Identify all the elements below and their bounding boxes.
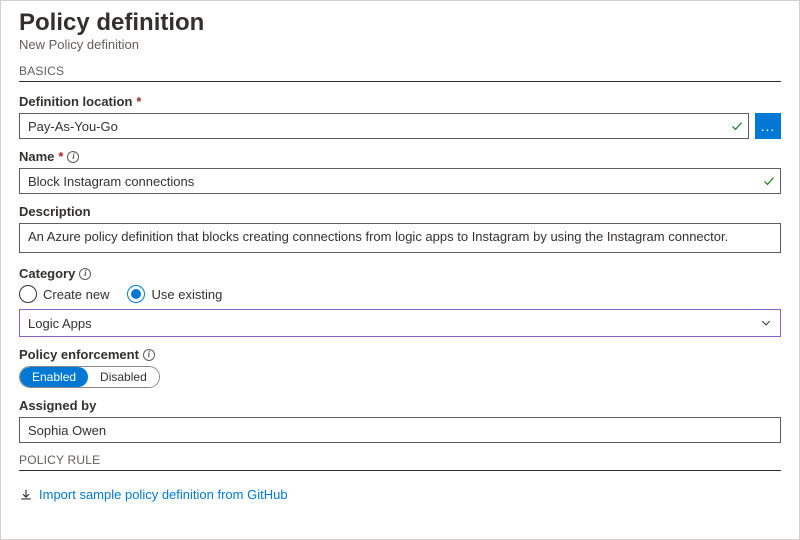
name-input[interactable] [19, 168, 781, 194]
field-policy-enforcement: Policy enforcement i Enabled Disabled [19, 347, 781, 388]
label-assigned-by: Assigned by [19, 398, 96, 413]
label-description: Description [19, 204, 91, 219]
enforcement-toggle[interactable]: Enabled Disabled [19, 366, 160, 388]
check-icon [763, 175, 775, 187]
enforcement-disabled[interactable]: Disabled [88, 367, 159, 387]
enforcement-enabled[interactable]: Enabled [20, 367, 88, 387]
field-definition-location: Definition location * ... [19, 94, 781, 139]
field-description: Description [19, 204, 781, 256]
label-category: Category [19, 266, 75, 281]
page-title: Policy definition [19, 9, 781, 37]
label-name: Name [19, 149, 54, 164]
download-icon [19, 488, 33, 502]
required-marker: * [58, 149, 63, 164]
required-marker: * [136, 94, 141, 109]
info-icon[interactable]: i [79, 268, 91, 280]
info-icon[interactable]: i [67, 151, 79, 163]
radio-create-new-label: Create new [43, 287, 109, 302]
section-policy-rule: POLICY RULE [19, 453, 781, 471]
page-subtitle: New Policy definition [19, 37, 781, 52]
label-definition-location: Definition location [19, 94, 132, 109]
radio-use-existing-label: Use existing [151, 287, 222, 302]
description-input[interactable] [19, 223, 781, 253]
chevron-down-icon [760, 317, 772, 329]
field-assigned-by: Assigned by [19, 398, 781, 443]
field-name: Name * i [19, 149, 781, 194]
definition-location-input[interactable] [19, 113, 749, 139]
assigned-by-input[interactable] [19, 417, 781, 443]
field-category: Category i Create new Use existing Logic… [19, 266, 781, 337]
import-github-link[interactable]: Import sample policy definition from Git… [19, 487, 288, 502]
radio-use-existing[interactable]: Use existing [127, 285, 222, 303]
category-select-value: Logic Apps [28, 316, 92, 331]
section-basics: BASICS [19, 64, 781, 82]
label-policy-enforcement: Policy enforcement [19, 347, 139, 362]
info-icon[interactable]: i [143, 349, 155, 361]
category-select[interactable]: Logic Apps [19, 309, 781, 337]
browse-location-button[interactable]: ... [755, 113, 781, 139]
import-github-link-label: Import sample policy definition from Git… [39, 487, 288, 502]
radio-create-new[interactable]: Create new [19, 285, 109, 303]
check-icon [731, 120, 743, 132]
